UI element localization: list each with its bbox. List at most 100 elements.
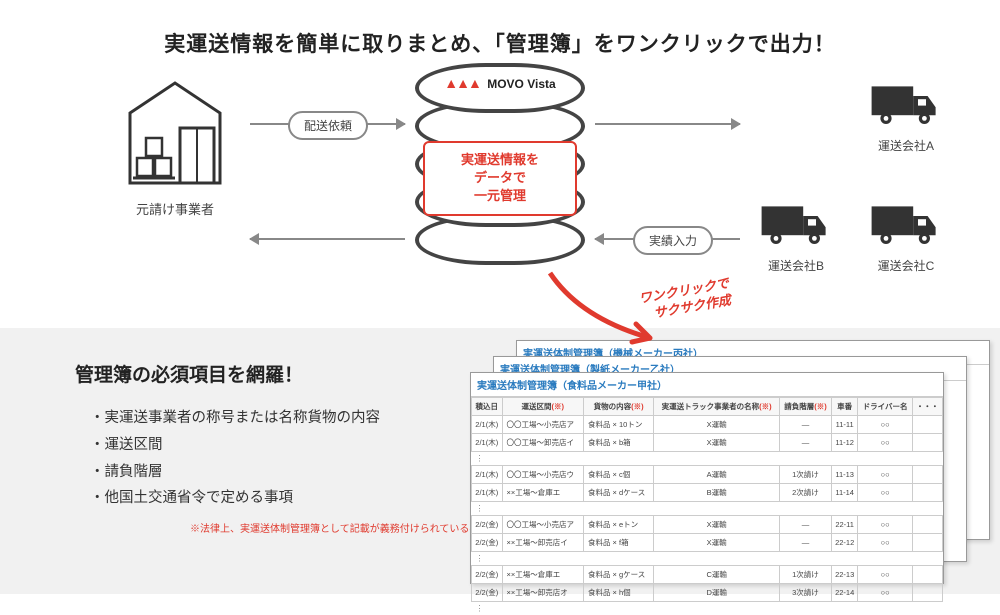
cell: — — [780, 434, 832, 452]
truck-icon — [760, 198, 832, 250]
cell: B運輸 — [654, 484, 780, 502]
cell: 11-11 — [831, 416, 857, 434]
cell: 〇〇工場～小売店ア — [502, 416, 583, 434]
th-tier: 請負階層(※) — [780, 398, 832, 416]
cell: — — [780, 516, 832, 534]
cell: ○○ — [858, 566, 913, 584]
cell: X運輸 — [654, 416, 780, 434]
cell — [912, 434, 942, 452]
header-row: 積込日 運送区間(※) 貨物の内容(※) 実運送トラック事業者の名称(※) 請負… — [472, 398, 943, 416]
cell: X運輸 — [654, 434, 780, 452]
cell: 2/1(木) — [472, 416, 503, 434]
cell: C運輸 — [654, 566, 780, 584]
cell: 22-12 — [831, 534, 857, 552]
truck-c-label: 運送会社C — [870, 257, 942, 274]
cell: 2/1(木) — [472, 434, 503, 452]
warehouse-icon — [125, 78, 225, 188]
table-row: 2/2(金)××工場～倉庫エ食料品 × gケースC運輸1次請け22-13○○ — [472, 566, 943, 584]
contractor-label: 元請け事業者 — [110, 199, 240, 218]
cell: 食料品 × gケース — [583, 566, 653, 584]
headline: 実運送情報を簡単に取りまとめ、「管理簿」をワンクリックで出力！ — [0, 0, 1000, 68]
cell: ××工場～卸売店イ — [502, 534, 583, 552]
cell: 1次請け — [780, 566, 832, 584]
brand-vista: Vista — [527, 77, 555, 91]
truck-b-label: 運送会社B — [760, 257, 832, 274]
brand-label: ▲▲▲ MOVO Vista — [415, 75, 585, 91]
th-carrier: 実運送トラック事業者の名称(※) — [654, 398, 780, 416]
cell: — — [780, 534, 832, 552]
cell: 11-12 — [831, 434, 857, 452]
cell: ○○ — [858, 484, 913, 502]
brand-logo-icon: ▲▲▲ — [444, 75, 480, 91]
cell: 22-13 — [831, 566, 857, 584]
dots-row: ⋮ — [472, 602, 943, 615]
contractor-block: 元請け事業者 — [110, 78, 240, 218]
cell: ××工場～倉庫エ — [502, 566, 583, 584]
th-zone: 運送区間(※) — [502, 398, 583, 416]
truck-a: 運送会社A — [870, 78, 942, 154]
tables-stack: 実運送体制管理簿（機械メーカー丙社） 実運送体制管理簿（製紙メーカー乙社） 実運… — [470, 340, 990, 584]
db-tagline: 実運送情報を データで 一元管理 — [423, 141, 577, 216]
table-front: 実運送体制管理簿（食料品メーカー甲社） 積込日 運送区間(※) 貨物の内容(※)… — [470, 372, 944, 584]
cell: ○○ — [858, 416, 913, 434]
cell: 22-11 — [831, 516, 857, 534]
th-driver: ドライバー名 — [858, 398, 913, 416]
truck-a-label: 運送会社A — [870, 137, 942, 154]
table-row: 2/1(木)〇〇工場～卸売店イ食料品 × b箱X運輸—11-12○○ — [472, 434, 943, 452]
dots-row: ⋮ — [472, 552, 943, 566]
table-row: 2/1(木)××工場～倉庫エ食料品 × dケースB運輸2次請け11-14○○ — [472, 484, 943, 502]
cell: 〇〇工場～卸売店イ — [502, 434, 583, 452]
th-car: 車番 — [831, 398, 857, 416]
cell: 1次請け — [780, 466, 832, 484]
dots-row: ⋮ — [472, 502, 943, 516]
cell: — — [780, 416, 832, 434]
cell — [912, 566, 942, 584]
cell: 2/1(木) — [472, 466, 503, 484]
lower-panel: 管理簿の必須項目を網羅！ 実運送事業者の称号または名称貨物の内容 運送区間 請負… — [0, 328, 1000, 594]
cell — [912, 484, 942, 502]
cell: 2/2(金) — [472, 534, 503, 552]
cell: 食料品 × eトン — [583, 516, 653, 534]
arrow-request: 配送依頼 — [250, 123, 405, 125]
database-block: ▲▲▲ MOVO Vista 実運送情報を データで 一元管理 — [410, 63, 590, 253]
arrow-forward-right — [595, 123, 740, 125]
cell: 2/2(金) — [472, 566, 503, 584]
db-tagline-2: データで — [429, 169, 571, 187]
brand-movo: MOVO — [487, 77, 524, 91]
cell: ○○ — [858, 466, 913, 484]
cell — [912, 534, 942, 552]
cell: 〇〇工場～小売店ウ — [502, 466, 583, 484]
cell: ○○ — [858, 534, 913, 552]
cell: 食料品 × c個 — [583, 466, 653, 484]
cell: 食料品 × b箱 — [583, 434, 653, 452]
database-icon: ▲▲▲ MOVO Vista 実運送情報を データで 一元管理 — [415, 63, 585, 253]
cell: 食料品 × dケース — [583, 484, 653, 502]
truck-b: 運送会社B — [760, 198, 832, 274]
cell: ○○ — [858, 516, 913, 534]
cell: 〇〇工場～小売店ア — [502, 516, 583, 534]
truck-icon — [870, 78, 942, 130]
cell: 2/1(木) — [472, 484, 503, 502]
top-diagram: 元請け事業者 配送依頼 実績入力 ▲▲▲ MOVO Vista 実運送情報を デ… — [0, 68, 1000, 328]
th-more: ・・・ — [912, 398, 942, 416]
arrow-result: 実績入力 — [595, 238, 740, 240]
th-date: 積込日 — [472, 398, 503, 416]
cell: ○○ — [858, 434, 913, 452]
cell: ××工場～倉庫エ — [502, 484, 583, 502]
pill-result: 実績入力 — [633, 226, 713, 255]
arrow-return-left — [250, 238, 405, 240]
cell: 2次請け — [780, 484, 832, 502]
cell — [912, 416, 942, 434]
cell — [912, 516, 942, 534]
ledger-table: 積込日 運送区間(※) 貨物の内容(※) 実運送トラック事業者の名称(※) 請負… — [471, 397, 943, 615]
cell: 2/2(金) — [472, 516, 503, 534]
th-cargo: 貨物の内容(※) — [583, 398, 653, 416]
dots-row: ⋮ — [472, 452, 943, 466]
truck-icon — [870, 198, 942, 250]
db-tagline-3: 一元管理 — [429, 187, 571, 205]
cell: A運輸 — [654, 466, 780, 484]
table-row: 2/1(木)〇〇工場～小売店ア食料品 × 10トンX運輸—11-11○○ — [472, 416, 943, 434]
pill-request: 配送依頼 — [288, 111, 368, 140]
cell — [912, 466, 942, 484]
cell: 食料品 × f箱 — [583, 534, 653, 552]
